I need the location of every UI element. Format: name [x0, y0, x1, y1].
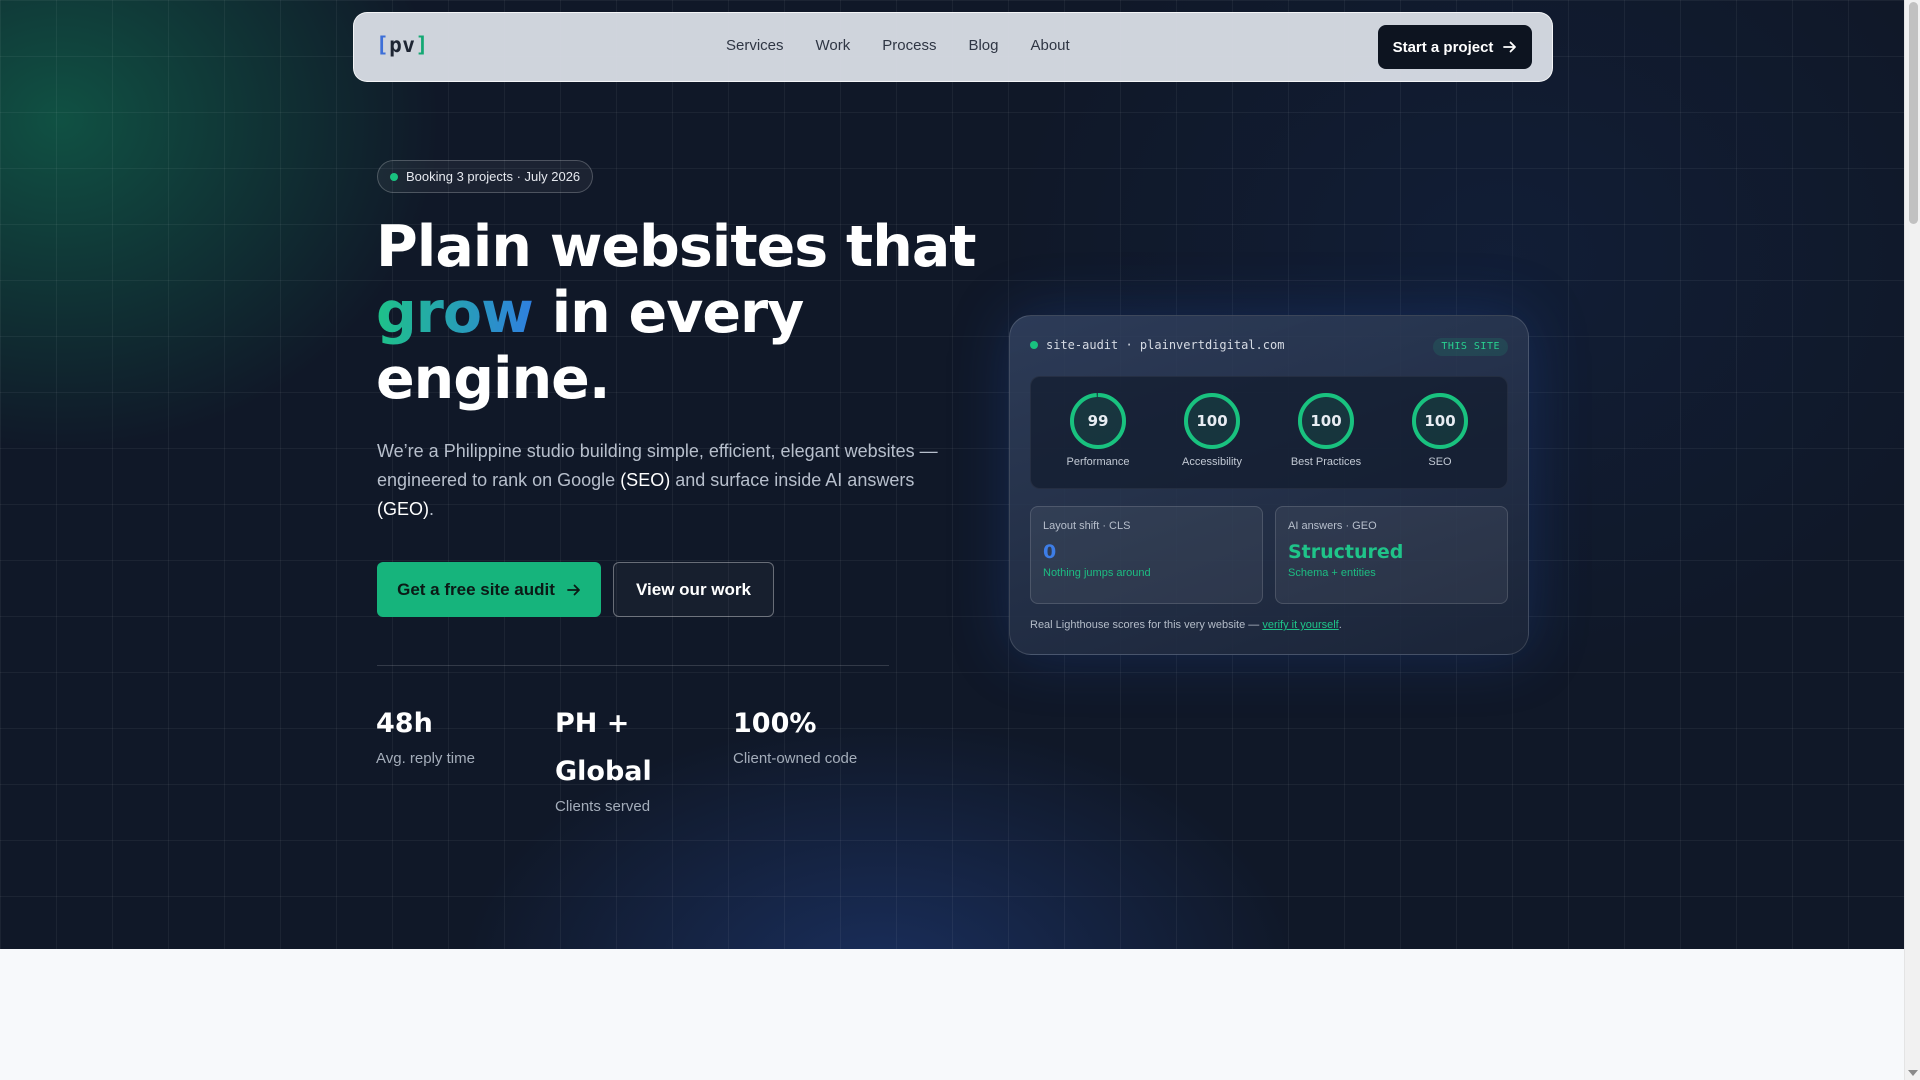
view-work-button[interactable]: View our work — [613, 562, 774, 617]
score-label: Performance — [1066, 456, 1130, 468]
score-gauge-icon: 99 — [1070, 393, 1126, 449]
arrow-right-icon — [1503, 41, 1517, 53]
stat-code: 100% Client-owned code — [733, 700, 893, 767]
lead-end: . — [429, 499, 435, 519]
this-site-tag: THIS SITE — [1433, 338, 1508, 356]
start-project-label: Start a project — [1392, 38, 1494, 56]
score-seo: 100 SEO — [1385, 391, 1495, 468]
scrollbar-thumb[interactable] — [1909, 2, 1918, 224]
top-navbar: [pv] Services Work Process Blog About St… — [353, 12, 1553, 82]
verify-link[interactable]: verify it yourself — [1262, 619, 1338, 631]
cls-card: Layout shift · CLS 0 Nothing jumps aroun… — [1030, 506, 1263, 604]
cls-title: Layout shift · CLS — [1043, 520, 1131, 532]
cls-note: Nothing jumps around — [1043, 567, 1151, 579]
audit-footer: Real Lighthouse scores for this very web… — [1030, 619, 1342, 631]
scroll-down-arrow-icon[interactable] — [1908, 1070, 1918, 1076]
geo-title: AI answers · GEO — [1288, 520, 1377, 532]
view-work-label: View our work — [636, 579, 751, 599]
score-label: Accessibility — [1182, 456, 1242, 468]
logo-bracket-right: ] — [415, 33, 429, 57]
logo-text: pv — [389, 33, 416, 57]
headline-accent: grow — [376, 280, 534, 346]
score-value: 99 — [1088, 412, 1109, 430]
score-label: Best Practices — [1290, 456, 1362, 468]
geo-value: Structured — [1288, 541, 1404, 563]
hero-lead: We’re a Philippine studio building simpl… — [377, 437, 962, 524]
score-label: SEO — [1428, 456, 1452, 468]
nav-links: Services Work Process Blog About — [726, 37, 1102, 54]
lead-geo: (GEO) — [377, 499, 429, 519]
geo-card: AI answers · GEO Structured Schema + ent… — [1275, 506, 1508, 604]
availability-text: Booking 3 projects · July 2026 — [406, 169, 581, 184]
audit-header: site-audit · plainvertdigital.com — [1030, 338, 1284, 352]
score-gauge-icon: 100 — [1298, 393, 1354, 449]
logo[interactable]: [pv] — [376, 33, 429, 57]
cls-value: 0 — [1043, 541, 1057, 563]
nav-link-work[interactable]: Work — [816, 37, 851, 54]
free-audit-label: Get a free site audit — [397, 579, 555, 599]
stat-label: Client-owned code — [733, 750, 858, 767]
score-value: 100 — [1424, 412, 1455, 430]
page-scrollbar[interactable] — [1904, 0, 1920, 1080]
start-project-button[interactable]: Start a project — [1378, 25, 1532, 69]
status-dot-icon — [1030, 341, 1038, 349]
lead-seo: (SEO) — [620, 470, 671, 490]
score-gauge-icon: 100 — [1184, 393, 1240, 449]
nav-link-process[interactable]: Process — [882, 37, 936, 54]
hero-section: [pv] Services Work Process Blog About St… — [0, 0, 1904, 949]
stats-divider — [377, 665, 889, 666]
stat-clients: PH + Global Clients served — [555, 700, 675, 815]
nav-link-about[interactable]: About — [1030, 37, 1069, 54]
logo-bracket-left: [ — [376, 33, 390, 57]
lighthouse-scores: 99 Performance 100 Accessibility 100 Bes… — [1030, 376, 1508, 489]
geo-note: Schema + entities — [1288, 567, 1376, 579]
status-dot-icon — [390, 172, 398, 181]
score-best-practices: 100 Best Practices — [1271, 391, 1381, 468]
nav-link-services[interactable]: Services — [726, 37, 784, 54]
lead-text-2: and surface inside AI answers — [670, 470, 915, 490]
stat-value: 100% — [733, 708, 817, 739]
nav-link-blog[interactable]: Blog — [968, 37, 998, 54]
stat-value: PH + Global — [555, 708, 652, 787]
stat-label: Clients served — [555, 798, 651, 815]
stat-value: 48h — [376, 708, 433, 739]
site-audit-card: site-audit · plainvertdigital.com THIS S… — [1009, 315, 1529, 655]
score-value: 100 — [1196, 412, 1227, 430]
hero-headline: Plain websites that grow in every engine… — [376, 214, 977, 412]
availability-badge: Booking 3 projects · July 2026 — [377, 160, 593, 193]
free-audit-button[interactable]: Get a free site audit — [377, 562, 601, 617]
headline-line1: Plain websites that — [376, 214, 977, 280]
next-section — [0, 949, 1904, 1080]
arrow-right-icon — [566, 584, 580, 595]
audit-footer-end: . — [1338, 619, 1342, 631]
stat-label: Avg. reply time — [376, 750, 475, 767]
audit-header-text: site-audit · plainvertdigital.com — [1046, 338, 1285, 352]
score-performance: 99 Performance — [1043, 391, 1153, 468]
stat-reply-time: 48h Avg. reply time — [376, 700, 536, 767]
score-gauge-icon: 100 — [1412, 393, 1468, 449]
score-value: 100 — [1310, 412, 1341, 430]
audit-footer-text: Real Lighthouse scores for this very web… — [1030, 619, 1263, 631]
score-accessibility: 100 Accessibility — [1157, 391, 1267, 468]
